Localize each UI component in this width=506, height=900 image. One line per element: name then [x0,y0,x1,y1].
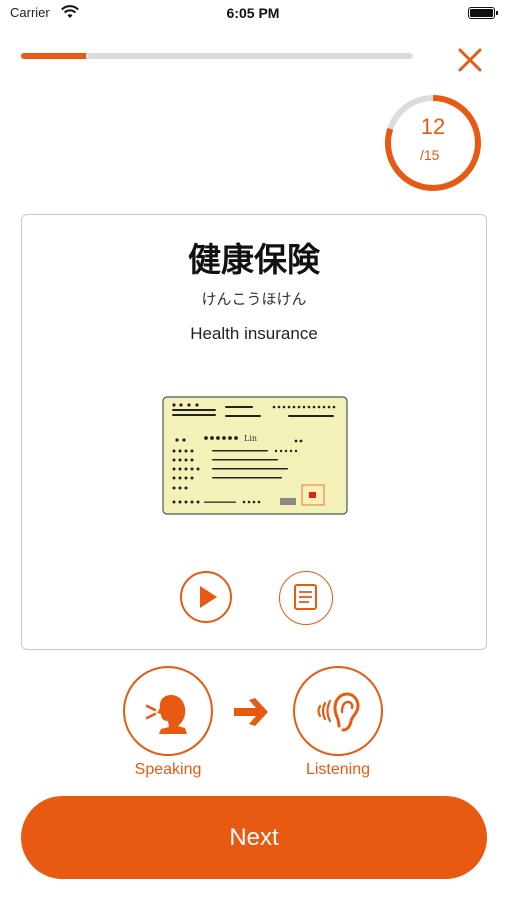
card-image-name: Lin [244,434,257,443]
arrow-right-icon [234,698,268,726]
speaking-person-icon [145,695,187,734]
battery-icon [468,7,498,19]
listening-mode-button[interactable] [293,666,383,756]
clock: 6:05 PM [226,5,280,21]
play-audio-button[interactable] [180,571,232,623]
lesson-progress-bar [21,53,413,59]
speaking-mode-label: Speaking [134,761,202,778]
close-button[interactable] [453,43,487,77]
vocabulary-word: 健康保険 [188,240,320,279]
vocabulary-card: 健康保険 けんこうほけん Health insurance Lin [21,214,487,650]
counter-ring [385,95,481,191]
notes-button[interactable] [279,571,333,625]
counter-current: 12 [420,114,446,139]
vocabulary-reading: けんこうほけん [201,290,307,308]
health-insurance-card-image: Lin [162,396,348,515]
notes-icon [294,584,317,610]
question-counter: 12 /15 [382,92,484,194]
ear-icon [317,692,360,732]
close-icon [458,48,482,72]
play-icon [200,586,217,608]
next-button[interactable]: Next [21,796,487,879]
vocabulary-meaning: Health insurance [190,324,318,343]
lesson-progress-fill [21,53,87,59]
listening-mode-label: Listening [305,761,371,778]
counter-total: /15 [420,147,440,163]
status-bar: Carrier 6:05 PM [0,0,506,28]
speaking-mode-button[interactable] [123,666,213,756]
